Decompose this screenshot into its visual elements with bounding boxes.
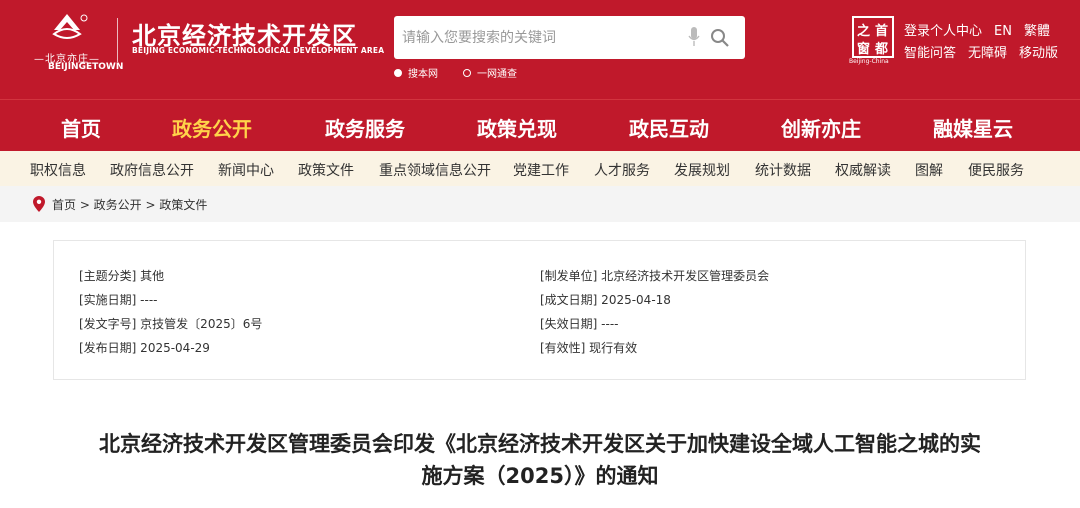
- subnav-policy-docs[interactable]: 政策文件: [298, 160, 354, 180]
- subnav-dev-planning[interactable]: 发展规划: [674, 160, 730, 180]
- english-link[interactable]: EN: [994, 24, 1012, 39]
- subnav-party-building[interactable]: 党建工作: [513, 160, 569, 180]
- scope-site-radio[interactable]: 搜本网: [394, 65, 438, 80]
- search-icon[interactable]: [710, 28, 730, 48]
- subnav-citizen-services[interactable]: 便民服务: [968, 160, 1024, 180]
- capital-char-1: 之: [857, 24, 871, 39]
- meta-pub-date: [发布日期] 2025-04-29: [79, 341, 210, 355]
- document-meta-box: [主题分类] 其他 [实施日期] ---- [发文字号] 京技管发〔2025〕6…: [53, 240, 1026, 380]
- meta-impl-date: [实施日期] ----: [79, 293, 158, 307]
- article-title-line1: 北京经济技术开发区管理委员会印发《北京经济技术开发区关于加快建设全域人工智能之城…: [99, 432, 981, 456]
- nav-public-interaction[interactable]: 政民互动: [629, 113, 709, 142]
- capital-logo-en: Beijing-China: [849, 58, 889, 65]
- site-subtitle: BEIJING ECONOMIC-TECHNOLOGICAL DEVELOPME…: [132, 46, 385, 55]
- capital-char-3: 窗: [857, 42, 871, 57]
- main-nav: 首页 政务公开 政务服务 政策兑现 政民互动 创新亦庄 融媒星云: [0, 99, 1080, 151]
- scope-all-label: 一网通查: [477, 69, 517, 80]
- subnav-gov-info-open[interactable]: 政府信息公开: [110, 160, 194, 180]
- subnav-authoritative-interp[interactable]: 权威解读: [835, 160, 891, 180]
- capital-char-4: 都: [875, 42, 889, 57]
- meta-issuer: [制发单位] 北京经济技术开发区管理委员会: [540, 269, 770, 283]
- article-title-line2: 施方案（2025）》的通知: [421, 464, 659, 488]
- subnav-statistics[interactable]: 统计数据: [755, 160, 811, 180]
- breadcrumb: 首页 > 政务公开 > 政策文件: [0, 186, 1080, 222]
- meta-validity: [有效性] 现行有效: [540, 341, 638, 355]
- meta-written-date: [成文日期] 2025-04-18: [540, 293, 671, 307]
- nav-gov-affairs-open[interactable]: 政务公开: [172, 113, 252, 142]
- accessibility-link[interactable]: 无障碍: [968, 46, 1007, 61]
- breadcrumb-path[interactable]: 首页 > 政务公开 > 政策文件: [52, 196, 207, 213]
- logo-en-text: BEIJINGETOWN: [48, 62, 124, 72]
- login-link[interactable]: 登录: [904, 24, 930, 39]
- nav-gov-services[interactable]: 政务服务: [325, 113, 405, 142]
- capital-window-logo-icon[interactable]: 之 首 窗 都: [852, 16, 894, 58]
- mic-icon[interactable]: [688, 27, 700, 47]
- radio-unchecked-icon: [463, 68, 471, 77]
- radio-checked-icon: [394, 68, 402, 77]
- user-center-link[interactable]: 个人中心: [930, 24, 982, 39]
- capital-char-2: 首: [875, 24, 889, 39]
- meta-doc-number: [发文字号] 京技管发〔2025〕6号: [79, 317, 263, 331]
- nav-media-cloud[interactable]: 融媒星云: [933, 113, 1013, 142]
- nav-home[interactable]: 首页: [61, 113, 101, 142]
- meta-expiry-date: [失效日期] ----: [540, 317, 619, 331]
- top-links-row1: 登录个人中心 EN 繁體: [904, 20, 1050, 39]
- subnav-talent-services[interactable]: 人才服务: [594, 160, 650, 180]
- subnav-infographics[interactable]: 图解: [915, 160, 943, 180]
- location-pin-icon: [33, 196, 45, 212]
- article-title: 北京经济技术开发区管理委员会印发《北京经济技术开发区关于加快建设全域人工智能之城…: [30, 428, 1050, 492]
- sub-nav: 职权信息 政府信息公开 新闻中心 政策文件 重点领域信息公开 党建工作 人才服务…: [0, 151, 1080, 186]
- mobile-link[interactable]: 移动版: [1019, 46, 1058, 61]
- site-header: —北京亦庄— BEIJINGETOWN 北京经济技术开发区 BEIJING EC…: [0, 0, 1080, 99]
- top-links-row2: 智能问答 无障碍 移动版: [904, 42, 1058, 61]
- subnav-key-areas[interactable]: 重点领域信息公开: [379, 160, 491, 180]
- subnav-news-center[interactable]: 新闻中心: [218, 160, 274, 180]
- nav-innovation-yizhuang[interactable]: 创新亦庄: [781, 113, 861, 142]
- logo-mark-icon[interactable]: —北京亦庄— BEIJINGETOWN: [24, 10, 123, 72]
- logo-divider: [117, 18, 118, 62]
- search-input[interactable]: [402, 24, 682, 51]
- scope-all-radio[interactable]: 一网通查: [463, 65, 517, 80]
- meta-topic: [主题分类] 其他: [79, 269, 165, 283]
- subnav-powers-info[interactable]: 职权信息: [30, 160, 86, 180]
- scope-site-label: 搜本网: [408, 69, 438, 80]
- traditional-chinese-link[interactable]: 繁體: [1024, 24, 1050, 39]
- nav-policy-redemption[interactable]: 政策兑现: [477, 113, 557, 142]
- smart-qa-link[interactable]: 智能问答: [904, 46, 956, 61]
